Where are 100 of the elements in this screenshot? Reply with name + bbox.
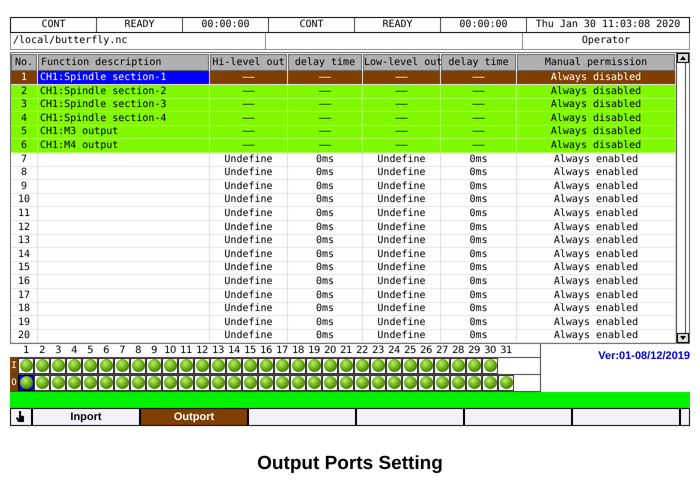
led-indicator[interactable] — [482, 358, 498, 374]
bit-number: 12 — [195, 344, 209, 357]
bit-number: 25 — [403, 344, 417, 357]
led-indicator[interactable] — [258, 358, 274, 374]
led-indicator[interactable] — [50, 374, 66, 391]
led-indicator[interactable] — [162, 374, 178, 391]
led-indicator[interactable] — [306, 358, 322, 374]
led-indicator[interactable] — [338, 374, 354, 391]
led-indicator[interactable] — [482, 374, 498, 391]
led-indicator[interactable] — [322, 358, 338, 374]
led-indicator[interactable] — [450, 374, 466, 391]
bit-number: 14 — [227, 344, 241, 357]
led-indicator[interactable] — [354, 358, 370, 374]
table-row[interactable]: 20 Undefine 0ms Undefine 0ms Always enabled — [11, 329, 676, 343]
led-indicator[interactable] — [498, 374, 514, 391]
table-row[interactable]: 9 Undefine 0ms Undefine 0ms Always enabled — [11, 180, 676, 194]
led-indicator[interactable] — [130, 358, 146, 374]
led-indicator[interactable] — [130, 374, 146, 391]
led-indicator[interactable] — [466, 358, 482, 374]
table-row[interactable]: 17 Undefine 0ms Undefine 0ms Always enabled — [11, 288, 676, 302]
table-row[interactable]: 16 Undefine 0ms Undefine 0ms Always enabled — [11, 274, 676, 288]
led-indicator[interactable] — [226, 358, 242, 374]
table-row[interactable]: 6 CH1:M4 output —— —— —— —— Always disabled — [11, 138, 676, 153]
tab[interactable]: Inport — [33, 408, 141, 425]
led-indicator[interactable] — [322, 374, 338, 391]
table-row[interactable]: 13 Undefine 0ms Undefine 0ms Always enabled — [11, 234, 676, 248]
table-row[interactable]: 18 Undefine 0ms Undefine 0ms Always enabled — [11, 302, 676, 316]
table-row[interactable]: 2 CH1:Spindle section-2 —— —— —— —— Always disabled — [11, 84, 676, 98]
led-indicator[interactable] — [146, 374, 162, 391]
led-indicator[interactable] — [114, 358, 130, 374]
led-indicator[interactable] — [194, 374, 210, 391]
led-indicator[interactable] — [34, 358, 50, 374]
led-indicator[interactable] — [18, 358, 34, 374]
led-indicator[interactable] — [258, 374, 274, 391]
led-indicator[interactable] — [98, 374, 114, 391]
led-indicator[interactable] — [290, 358, 306, 374]
tab[interactable]: Outport — [141, 408, 249, 425]
led-indicator[interactable] — [66, 358, 82, 374]
led-indicator[interactable] — [434, 358, 450, 374]
led-indicator[interactable] — [450, 358, 466, 374]
table-row[interactable]: 19 Undefine 0ms Undefine 0ms Always enabled — [11, 316, 676, 330]
table-row[interactable]: 4 CH1:Spindle section-4 —— —— —— —— Always disabled — [11, 112, 676, 126]
pointer-button[interactable] — [11, 408, 33, 425]
row-label: O — [10, 374, 18, 391]
bit-number: 23 — [371, 344, 385, 357]
led-indicator[interactable] — [290, 374, 306, 391]
led-indicator[interactable] — [114, 374, 130, 391]
user-level: Operator — [580, 34, 632, 48]
table-row[interactable]: 5 CH1:M3 output —— —— —— —— Always disabled — [11, 125, 676, 139]
bit-number: 2 — [38, 344, 46, 357]
led-indicator[interactable] — [210, 358, 226, 374]
table-row[interactable]: 14 Undefine 0ms Undefine 0ms Always enabled — [11, 248, 676, 262]
led-indicator[interactable] — [274, 374, 290, 391]
led-indicator[interactable] — [466, 374, 482, 391]
led-indicator[interactable] — [18, 374, 34, 391]
scroll-up-icon[interactable] — [677, 53, 689, 63]
table-row[interactable]: 8 Undefine 0ms Undefine 0ms Always enabled — [11, 166, 676, 180]
led-indicator[interactable] — [242, 358, 258, 374]
empty-tab[interactable] — [681, 408, 689, 425]
led-indicator[interactable] — [386, 358, 402, 374]
scroll-down-icon[interactable] — [677, 332, 689, 343]
led-indicator[interactable] — [370, 358, 386, 374]
led-indicator[interactable] — [178, 374, 194, 391]
led-indicator[interactable] — [418, 358, 434, 374]
table-row[interactable]: 12 Undefine 0ms Undefine 0ms Always enabled — [11, 220, 676, 234]
bit-number: 21 — [339, 344, 353, 357]
led-indicator[interactable] — [162, 358, 178, 374]
led-indicator[interactable] — [338, 358, 354, 374]
led-indicator[interactable] — [194, 358, 210, 374]
scrollbar[interactable] — [676, 53, 689, 343]
table-row[interactable]: 15 Undefine 0ms Undefine 0ms Always enabled — [11, 261, 676, 275]
column-header: Hi-level out — [210, 54, 287, 71]
led-indicator[interactable] — [418, 374, 434, 391]
led-indicator[interactable] — [386, 374, 402, 391]
table-row[interactable]: 7 Undefine 0ms Undefine 0ms Always enabled — [11, 152, 676, 166]
table-row[interactable]: 10 Undefine 0ms Undefine 0ms Always enabled — [11, 193, 676, 207]
led-indicator[interactable] — [402, 358, 418, 374]
led-indicator[interactable] — [210, 374, 226, 391]
bit-number: 3 — [54, 344, 62, 357]
table-row[interactable]: 3 CH1:Spindle section-3 —— —— —— —— Always disabled — [11, 98, 676, 112]
led-indicator[interactable] — [82, 374, 98, 391]
status-cell-text: Thu Jan 30 11:03:08 2020 — [534, 18, 682, 32]
led-indicator[interactable] — [226, 374, 242, 391]
led-indicator[interactable] — [242, 374, 258, 391]
table-row[interactable]: 1 CH1:Spindle section-1 —— —— —— —— Always disabled — [11, 71, 676, 85]
led-indicator[interactable] — [82, 358, 98, 374]
table-row[interactable]: 11 Undefine 0ms Undefine 0ms Always enabled — [11, 206, 676, 221]
led-indicator[interactable] — [306, 374, 322, 391]
bit-number: 13 — [211, 344, 225, 357]
led-indicator[interactable] — [66, 374, 82, 391]
led-indicator[interactable] — [354, 374, 370, 391]
led-indicator[interactable] — [98, 358, 114, 374]
led-indicator[interactable] — [50, 358, 66, 374]
led-indicator[interactable] — [274, 358, 290, 374]
led-indicator[interactable] — [178, 358, 194, 374]
led-indicator[interactable] — [34, 374, 50, 391]
led-indicator[interactable] — [146, 358, 162, 374]
led-indicator[interactable] — [434, 374, 450, 391]
led-indicator[interactable] — [402, 374, 418, 391]
led-indicator[interactable] — [370, 374, 386, 391]
